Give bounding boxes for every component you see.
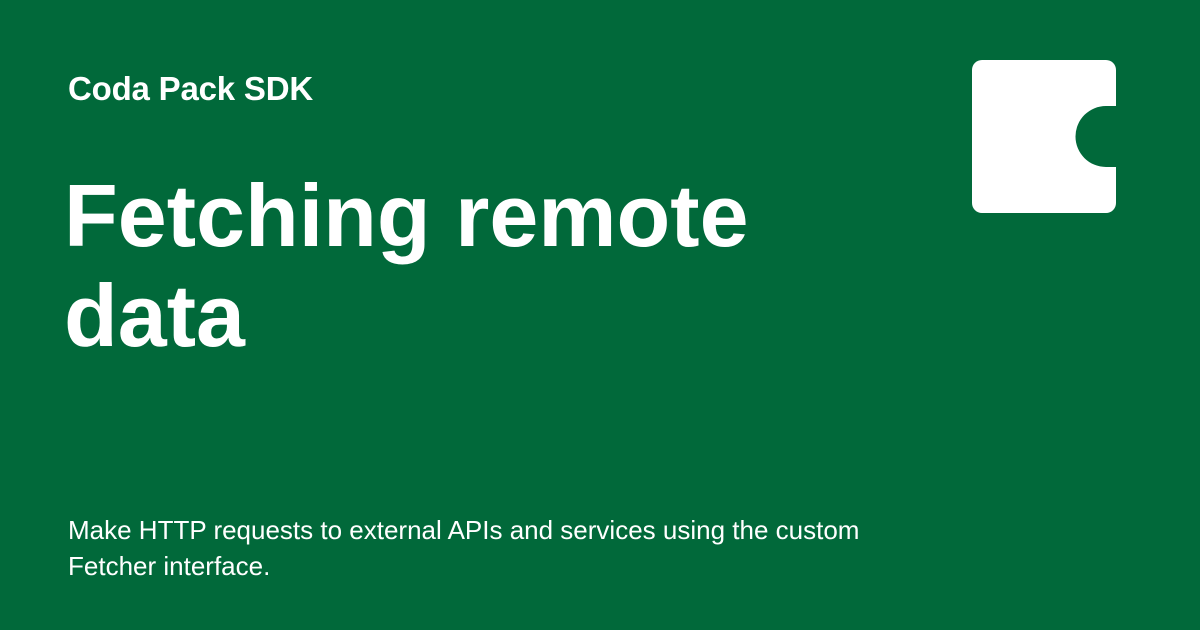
page-description: Make HTTP requests to external APIs and … — [68, 515, 860, 581]
social-preview-card: Coda Pack SDK Fetching remote data Make … — [0, 0, 1200, 630]
sdk-name: Coda Pack SDK — [68, 70, 313, 107]
coda-logo-icon — [972, 60, 1116, 213]
page-title: Fetching remote data — [64, 166, 749, 365]
